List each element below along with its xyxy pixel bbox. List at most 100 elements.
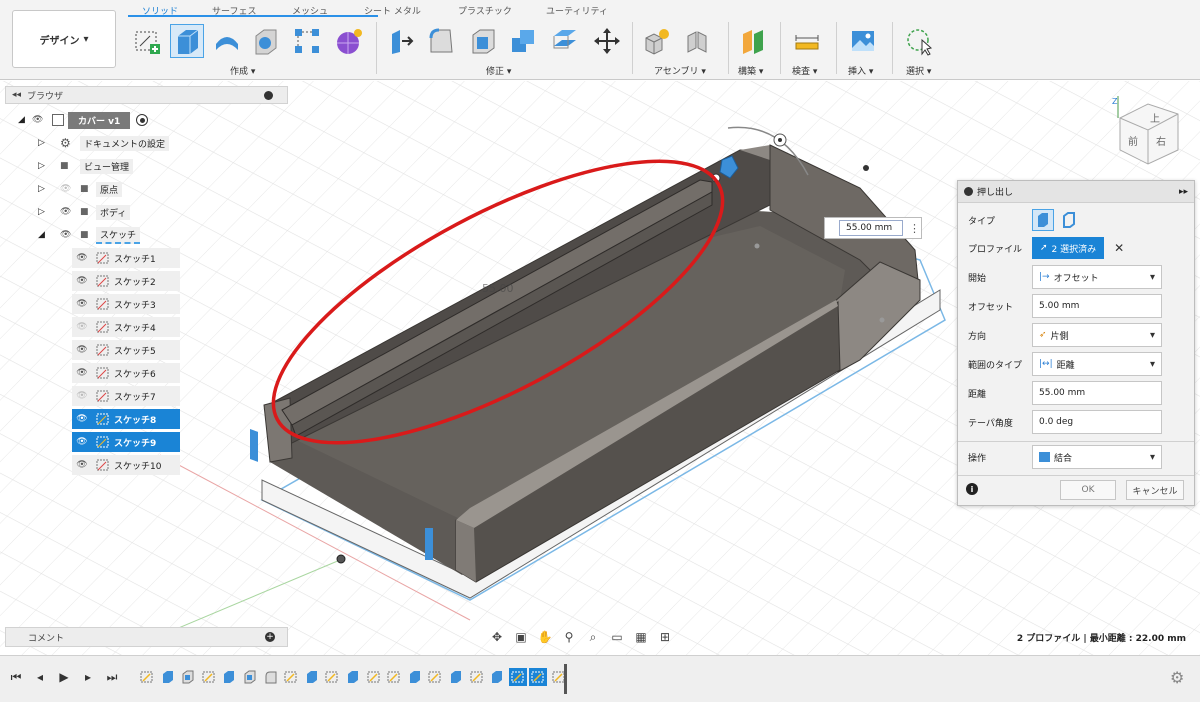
select-group-label[interactable]: 選択 ▾ bbox=[906, 64, 931, 77]
sketch-item[interactable]: 👁 スケッチ3 bbox=[72, 294, 180, 314]
new-component-button[interactable] bbox=[640, 24, 674, 58]
start-dropdown[interactable]: |→ オフセット bbox=[1032, 265, 1162, 289]
timeline-sketch-icon[interactable] bbox=[365, 668, 383, 686]
tree-item-origin[interactable]: ▷ 👁 ■ 原点 bbox=[38, 179, 123, 199]
distance-dimension-input[interactable]: 55.00 mm bbox=[839, 220, 903, 236]
offset-input[interactable]: 5.00 mm bbox=[1032, 294, 1162, 318]
eye-icon[interactable]: 👁 bbox=[32, 115, 52, 125]
timeline-extrude-icon[interactable] bbox=[344, 668, 362, 686]
move-copy-button[interactable] bbox=[590, 24, 624, 58]
timeline-sketch-icon[interactable] bbox=[138, 668, 156, 686]
timeline-sketch-selected-icon[interactable] bbox=[529, 668, 548, 686]
sketch-item[interactable]: 👁 スケッチ7 bbox=[72, 386, 180, 406]
browser-root-row[interactable]: ◢ 👁 カバー v1 bbox=[18, 110, 149, 130]
collapse-triangle-icon[interactable]: ◢ bbox=[18, 115, 32, 125]
expand-triangle-icon[interactable]: ▷ bbox=[38, 184, 60, 194]
timeline-extrude-icon[interactable] bbox=[159, 668, 177, 686]
insert-canvas-button[interactable] bbox=[846, 24, 880, 58]
sketch-item[interactable]: 👁 スケッチ1 bbox=[72, 248, 180, 268]
comments-panel[interactable]: コメント + bbox=[5, 627, 288, 647]
timeline-marker[interactable] bbox=[564, 664, 574, 694]
tab-utilities[interactable]: ユーティリティ bbox=[546, 4, 608, 17]
timeline-sketch-icon[interactable] bbox=[385, 668, 403, 686]
dialog-collapse-icon[interactable] bbox=[964, 187, 973, 196]
distance-dimension-box[interactable]: 55.00 mm ⋮ bbox=[824, 217, 922, 239]
expand-triangle-icon[interactable]: ▷ bbox=[38, 138, 60, 148]
tab-plastic[interactable]: プラスチック bbox=[458, 4, 512, 17]
clear-selection-icon[interactable]: ✕ bbox=[1114, 241, 1124, 255]
timeline-shell-icon[interactable] bbox=[179, 668, 197, 686]
zoom-icon[interactable]: ⚲ bbox=[558, 627, 580, 647]
grid-settings-icon[interactable]: ▦ bbox=[630, 627, 652, 647]
timeline-fillet-icon[interactable] bbox=[262, 668, 280, 686]
cancel-button[interactable]: キャンセル bbox=[1126, 480, 1184, 500]
timeline-sketch-icon[interactable] bbox=[200, 668, 218, 686]
eye-icon[interactable]: 👁 bbox=[72, 368, 92, 378]
offset-face-button[interactable] bbox=[548, 24, 582, 58]
timeline-sketch-selected-icon[interactable] bbox=[508, 668, 527, 686]
measure-button[interactable] bbox=[790, 24, 824, 58]
revolve-button[interactable] bbox=[210, 24, 244, 58]
timeline-extrude-icon[interactable] bbox=[220, 668, 238, 686]
eye-icon[interactable]: 👁 bbox=[72, 345, 92, 355]
eye-icon[interactable]: 👁 bbox=[72, 253, 92, 263]
timeline-extrude-icon[interactable] bbox=[447, 668, 465, 686]
eye-hidden-icon[interactable]: 👁 bbox=[72, 391, 92, 401]
select-button[interactable] bbox=[902, 24, 936, 58]
orbit-icon[interactable]: ✥ bbox=[486, 627, 508, 647]
timeline-sketch-icon[interactable] bbox=[323, 668, 341, 686]
eye-icon[interactable]: 👁 bbox=[72, 437, 92, 447]
create-group-label[interactable]: 作成 ▾ bbox=[230, 64, 255, 77]
eye-hidden-icon[interactable]: 👁 bbox=[60, 184, 80, 194]
tree-item-named-views[interactable]: ▷ ■ ビュー管理 bbox=[38, 156, 134, 176]
timeline-extrude-icon[interactable] bbox=[488, 668, 506, 686]
browser-collapse-icon[interactable] bbox=[264, 90, 273, 100]
fillet-button[interactable] bbox=[424, 24, 458, 58]
browser-header[interactable]: ◂◂ ブラウザ bbox=[5, 86, 288, 104]
joint-button[interactable] bbox=[680, 24, 714, 58]
operation-dropdown[interactable]: 結合 bbox=[1032, 445, 1162, 469]
dialog-expand-icon[interactable]: ▸▸ bbox=[1179, 187, 1188, 197]
modify-group-label[interactable]: 修正 ▾ bbox=[486, 64, 511, 77]
inspect-group-label[interactable]: 検査 ▾ bbox=[792, 64, 817, 77]
eye-icon[interactable]: 👁 bbox=[72, 460, 92, 470]
eye-icon[interactable]: 👁 bbox=[60, 230, 80, 240]
sketch-item[interactable]: 👁 スケッチ5 bbox=[72, 340, 180, 360]
play-icon[interactable]: ▶ bbox=[56, 669, 72, 685]
sketch-item[interactable]: 👁 スケッチ9 bbox=[72, 432, 180, 452]
go-to-end-icon[interactable]: ⏭ bbox=[104, 669, 120, 685]
sketch-item[interactable]: 👁 スケッチ2 bbox=[72, 271, 180, 291]
info-icon[interactable]: i bbox=[966, 483, 978, 495]
distance-input[interactable]: 55.00 mm bbox=[1032, 381, 1162, 405]
more-options-icon[interactable]: ⋮ bbox=[909, 222, 920, 235]
eye-icon[interactable]: 👁 bbox=[72, 276, 92, 286]
extrude-dialog-header[interactable]: 押し出し ▸▸ bbox=[958, 181, 1194, 203]
timeline-shell-icon[interactable] bbox=[241, 668, 259, 686]
eye-icon[interactable]: 👁 bbox=[72, 299, 92, 309]
profile-selection-button[interactable]: ➚ 2 選択済み bbox=[1032, 237, 1105, 259]
tree-item-sketches[interactable]: ◢ 👁 ■ スケッチ bbox=[38, 225, 141, 245]
hole-button[interactable] bbox=[248, 24, 282, 58]
step-back-icon[interactable]: ◂ bbox=[32, 669, 48, 685]
extent-type-dropdown[interactable]: |↔| 距離 bbox=[1032, 352, 1162, 376]
look-at-icon[interactable]: ▣ bbox=[510, 627, 532, 647]
timeline-sketch-icon[interactable] bbox=[468, 668, 486, 686]
create-sketch-button[interactable] bbox=[130, 24, 164, 58]
timeline-extrude-icon[interactable] bbox=[303, 668, 321, 686]
collapse-left-icon[interactable]: ◂◂ bbox=[12, 90, 21, 100]
construct-group-label[interactable]: 構築 ▾ bbox=[738, 64, 763, 77]
timeline-settings-gear-icon[interactable]: ⚙ bbox=[1170, 668, 1184, 687]
combine-button[interactable] bbox=[506, 24, 540, 58]
assemble-group-label[interactable]: アセンブリ ▾ bbox=[654, 64, 706, 77]
activate-radio-icon[interactable] bbox=[136, 114, 149, 126]
pan-hand-icon[interactable]: ✋ bbox=[534, 627, 556, 647]
ok-button[interactable]: OK bbox=[1060, 480, 1116, 500]
display-settings-icon[interactable]: ▭ bbox=[606, 627, 628, 647]
go-to-start-icon[interactable]: ⏮ bbox=[8, 669, 24, 685]
offset-plane-button[interactable] bbox=[736, 24, 770, 58]
timeline-extrude-icon[interactable] bbox=[406, 668, 424, 686]
collapse-triangle-icon[interactable]: ◢ bbox=[38, 230, 60, 240]
eye-icon[interactable]: 👁 bbox=[60, 207, 80, 217]
add-comment-icon[interactable]: + bbox=[265, 632, 275, 642]
timeline-sketch-icon[interactable] bbox=[426, 668, 444, 686]
